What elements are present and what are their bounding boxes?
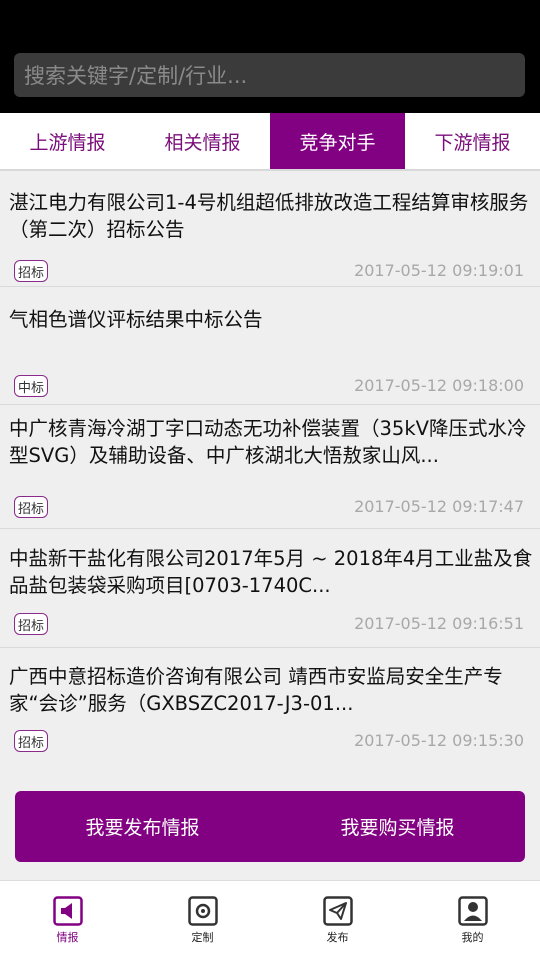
list-item[interactable]: 湛江电力有限公司1-4号机组超低排放改造工程结算审核服务（第二次）招标公告 招标… <box>0 171 540 287</box>
bottom-nav: 情报 定制 发布 我的 <box>0 880 540 961</box>
tag-badge: 招标 <box>14 496 48 518</box>
item-title: 中广核青海冷湖丁字口动态无功补偿装置（35kV降压式水冷型SVG）及辅助设备、中… <box>9 417 527 467</box>
target-icon <box>187 896 218 926</box>
item-time: 2017-05-12 09:18:00 <box>354 376 524 395</box>
item-time: 2017-05-12 09:15:30 <box>354 731 524 750</box>
send-icon <box>322 896 353 926</box>
item-title: 湛江电力有限公司1-4号机组超低排放改造工程结算审核服务（第二次）招标公告 <box>9 191 529 241</box>
search-input[interactable]: 搜索关键字/定制/行业... <box>14 53 525 97</box>
publish-intel-button[interactable]: 我要发布情报 <box>15 791 270 862</box>
tag-badge: 招标 <box>14 260 48 282</box>
item-time: 2017-05-12 09:17:47 <box>354 497 524 516</box>
search-placeholder: 搜索关键字/定制/行业... <box>24 64 248 88</box>
buy-intel-button[interactable]: 我要购买情报 <box>270 791 525 862</box>
item-title: 广西中意招标造价咨询有限公司 靖西市安监局安全生产专家“会诊”服务（GXBSZC… <box>9 665 503 715</box>
tab-bar: 上游情报 相关情报 竞争对手 下游情报 <box>0 113 540 171</box>
nav-publish[interactable]: 发布 <box>270 881 405 961</box>
tab-competitors[interactable]: 竞争对手 <box>270 113 405 169</box>
item-time: 2017-05-12 09:16:51 <box>354 614 524 633</box>
action-bar: 我要发布情报 我要购买情报 <box>15 791 525 862</box>
nav-label: 情报 <box>56 931 79 944</box>
nav-label: 我的 <box>461 931 484 944</box>
item-time: 2017-05-12 09:19:01 <box>354 261 524 280</box>
tag-badge: 招标 <box>14 613 48 635</box>
nav-label: 定制 <box>191 931 214 944</box>
user-icon <box>457 896 488 926</box>
nav-mine[interactable]: 我的 <box>405 881 540 961</box>
tag-badge: 中标 <box>14 375 48 397</box>
nav-label: 发布 <box>326 931 349 944</box>
list-item[interactable]: 中盐新干盐化有限公司2017年5月 ~ 2018年4月工业盐及食品盐包装袋采购项… <box>0 529 540 648</box>
list-item[interactable]: 中广核青海冷湖丁字口动态无功补偿装置（35kV降压式水冷型SVG）及辅助设备、中… <box>0 405 540 529</box>
nav-custom[interactable]: 定制 <box>135 881 270 961</box>
top-bar: 搜索关键字/定制/行业... <box>0 0 540 113</box>
item-title: 中盐新干盐化有限公司2017年5月 ~ 2018年4月工业盐及食品盐包装袋采购项… <box>9 547 533 597</box>
tab-downstream[interactable]: 下游情报 <box>405 113 540 169</box>
list-item[interactable]: 广西中意招标造价咨询有限公司 靖西市安监局安全生产专家“会诊”服务（GXBSZC… <box>0 648 540 768</box>
tab-upstream[interactable]: 上游情报 <box>0 113 135 169</box>
nav-intel[interactable]: 情报 <box>0 881 135 961</box>
intel-list: 湛江电力有限公司1-4号机组超低排放改造工程结算审核服务（第二次）招标公告 招标… <box>0 171 540 768</box>
item-title: 气相色谱仪评标结果中标公告 <box>9 308 263 331</box>
tag-badge: 招标 <box>14 730 48 752</box>
tab-related[interactable]: 相关情报 <box>135 113 270 169</box>
megaphone-icon <box>52 896 83 926</box>
list-item[interactable]: 气相色谱仪评标结果中标公告 中标 2017-05-12 09:18:00 <box>0 287 540 405</box>
